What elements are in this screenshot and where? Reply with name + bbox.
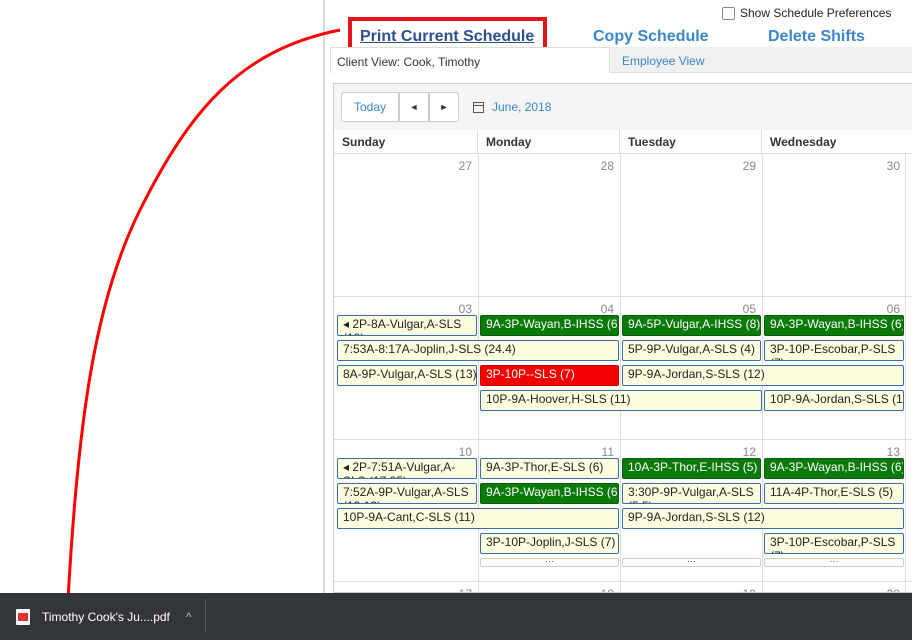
arrow-line xyxy=(66,28,341,601)
download-filename: Timothy Cook's Ju....pdf xyxy=(42,610,170,624)
download-item[interactable]: Timothy Cook's Ju....pdf ^ xyxy=(16,606,192,628)
download-bar: Timothy Cook's Ju....pdf ^ xyxy=(0,593,912,640)
chevron-up-icon[interactable]: ^ xyxy=(186,610,192,624)
download-separator xyxy=(205,599,206,633)
annotation-arrow xyxy=(56,28,341,624)
pdf-icon xyxy=(16,609,30,625)
